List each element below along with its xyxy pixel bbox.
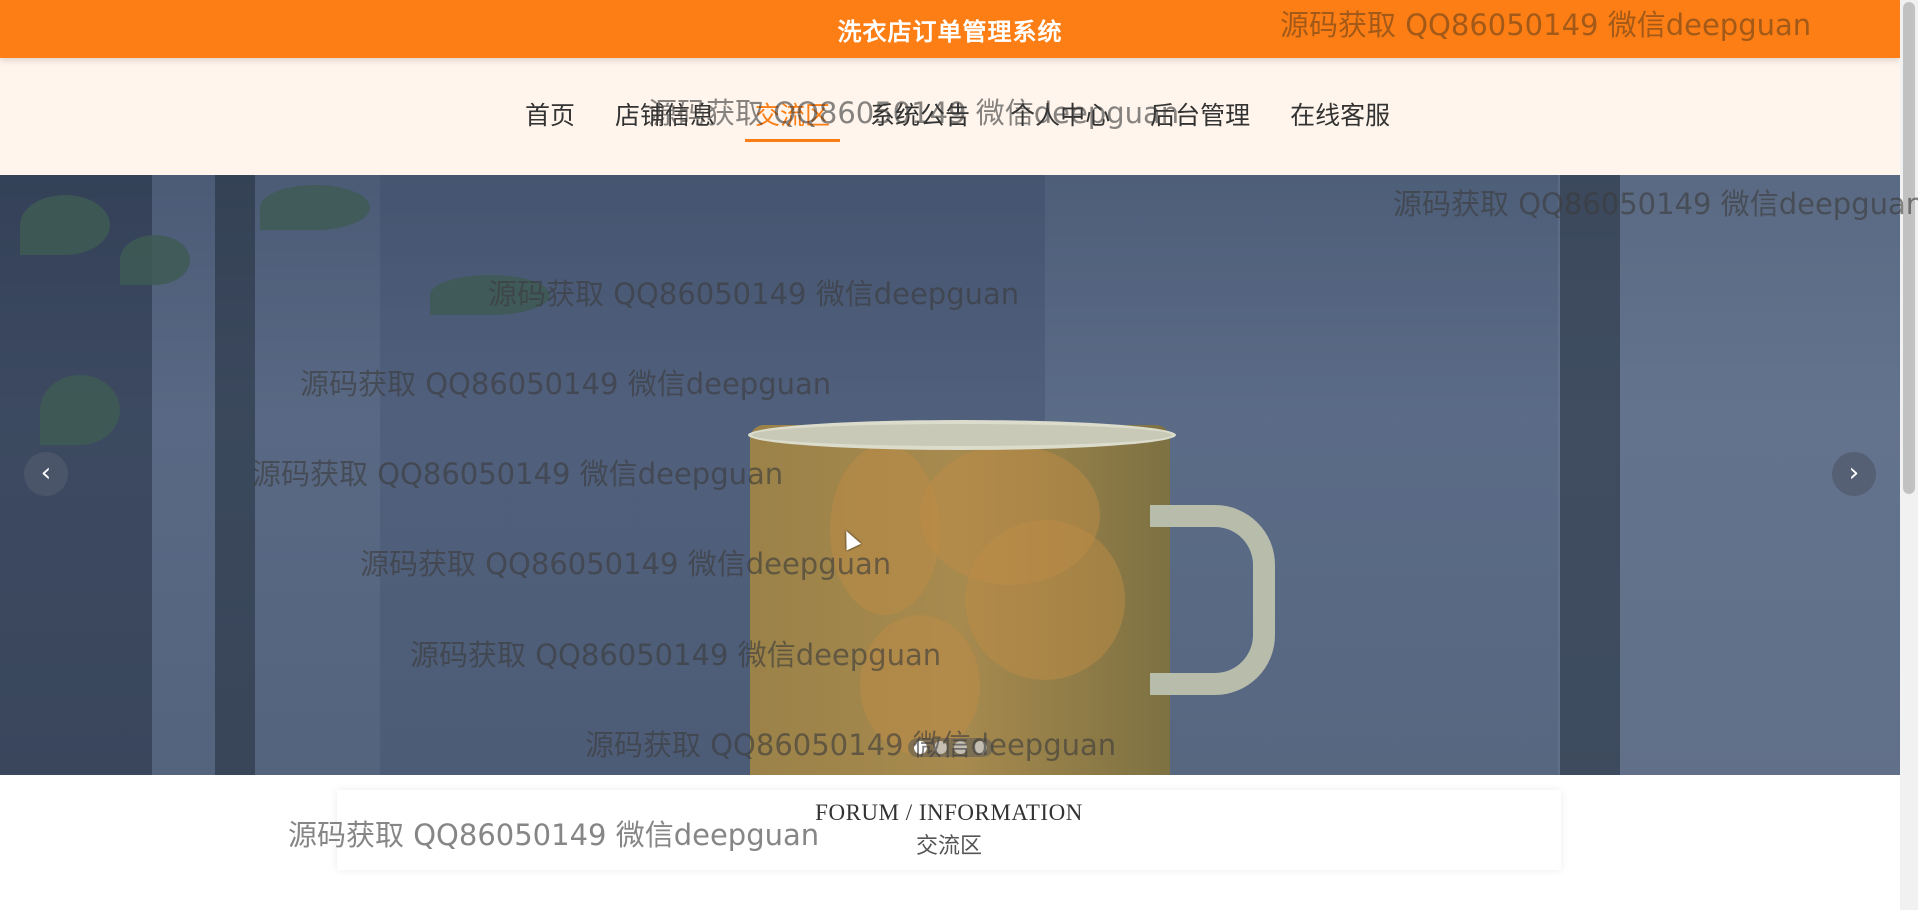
carousel-prev-button[interactable]: ‹	[24, 452, 68, 496]
leaf-decoration	[260, 185, 370, 230]
app-title: 洗衣店订单管理系统	[837, 18, 1063, 46]
nav-item-announcements[interactable]: 系统公告	[850, 98, 990, 142]
top-header-bar: 洗衣店订单管理系统	[0, 0, 1900, 58]
leaf-decoration	[40, 375, 120, 445]
carousel-next-button[interactable]: ›	[1832, 452, 1876, 496]
scrollbar-thumb[interactable]	[1903, 2, 1915, 494]
chevron-right-icon: ›	[1848, 458, 1860, 488]
nav-item-admin[interactable]: 后台管理	[1130, 98, 1270, 142]
leaf-decoration	[20, 195, 110, 255]
chevron-left-icon: ‹	[40, 458, 52, 488]
carousel-dot[interactable]	[974, 741, 987, 754]
carousel-dot[interactable]	[954, 741, 967, 754]
carousel-dot[interactable]	[914, 741, 927, 754]
nav-item-shop-info[interactable]: 店铺信息	[595, 98, 735, 142]
page: 洗衣店订单管理系统 首页 店铺信息 交流区 系统公告 个人中心 后台管理 在线客…	[0, 0, 1918, 910]
banner-carousel[interactable]: ‹ ›	[0, 175, 1900, 775]
nav-item-home[interactable]: 首页	[505, 98, 595, 142]
mug-pattern	[860, 615, 980, 755]
nav-item-personal-center[interactable]: 个人中心	[990, 98, 1130, 142]
mug-rim	[748, 420, 1176, 450]
leaf-decoration	[120, 235, 190, 285]
nav-item-online-service[interactable]: 在线客服	[1270, 98, 1410, 142]
section-title-card: FORUM / INFORMATION 交流区	[337, 790, 1561, 870]
main-navigation: 首页 店铺信息 交流区 系统公告 个人中心 后台管理 在线客服	[0, 58, 1900, 175]
mug-pattern	[965, 520, 1125, 680]
window-frame	[1560, 175, 1620, 775]
page-scrollbar[interactable]	[1900, 0, 1918, 910]
mug-handle	[1150, 505, 1275, 695]
carousel-indicators	[908, 738, 993, 757]
leaf-decoration	[430, 275, 550, 315]
nav-item-forum[interactable]: 交流区	[735, 98, 850, 142]
nav-menu: 首页 店铺信息 交流区 系统公告 个人中心 后台管理 在线客服	[505, 98, 1410, 142]
section-title-zh: 交流区	[915, 834, 982, 859]
carousel-dot[interactable]	[934, 741, 947, 754]
window-frame	[215, 175, 255, 775]
section-title-en: FORUM / INFORMATION	[815, 800, 1083, 825]
